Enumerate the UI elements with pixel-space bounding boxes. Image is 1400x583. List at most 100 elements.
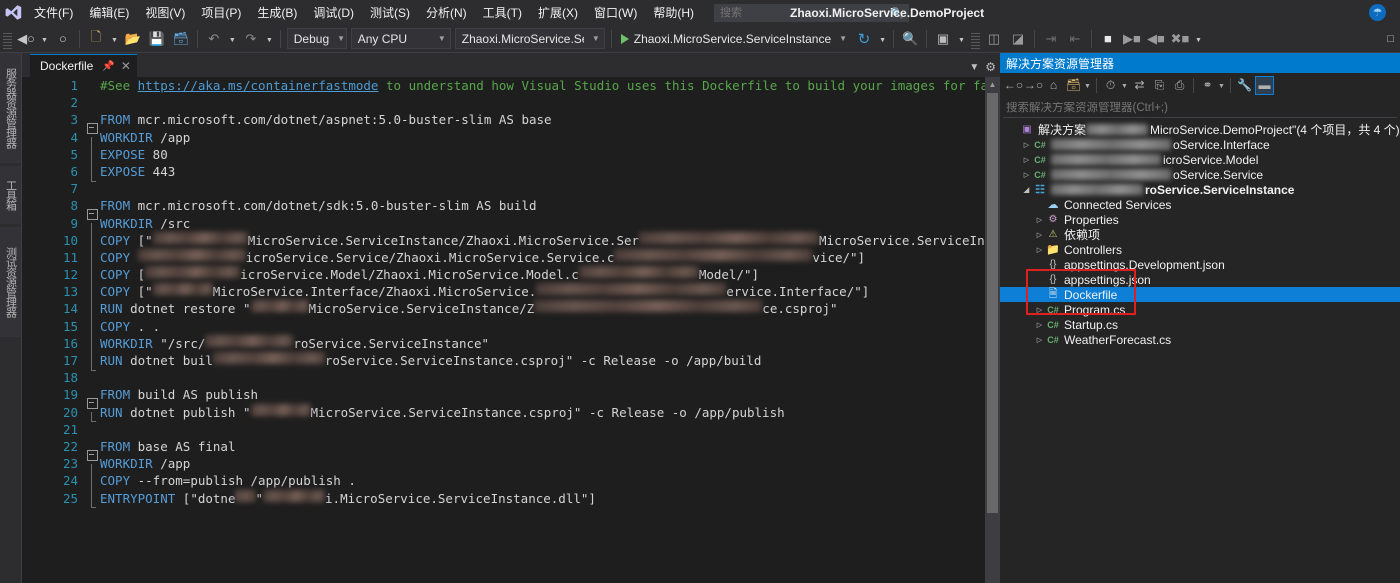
code-line[interactable]: 5 EXPOSE 80 (22, 146, 985, 172)
code-text[interactable]: COPY . . (100, 318, 985, 335)
properties-icon[interactable]: 🔧 (1235, 76, 1254, 95)
prev-bookmark-icon[interactable]: ◀■ (1145, 28, 1167, 50)
save-all-icon[interactable]: 🗃 (170, 28, 192, 50)
code-line[interactable]: 6 EXPOSE 443 (22, 163, 985, 182)
chevron-right-icon[interactable]: ▷ (1034, 231, 1045, 239)
code-line[interactable]: 19 FROM build AS publish (22, 386, 985, 409)
code-text[interactable]: FROM base AS final (100, 438, 985, 455)
forward-icon[interactable]: →○ (1024, 76, 1043, 95)
solution-tree[interactable]: ▣ 解决方案 MicroService.DemoProject"(4 个项目，共 … (1000, 120, 1400, 347)
chevron-right-icon[interactable]: ▷ (1034, 321, 1045, 329)
show-all-files-icon[interactable]: ⏱ (1101, 76, 1120, 95)
file-dockerfile[interactable]: 🗎 Dockerfile (1000, 287, 1400, 302)
toolbar-grip[interactable] (3, 28, 12, 49)
project-service[interactable]: ▷ C# oService.Service (1000, 167, 1400, 182)
open-file-icon[interactable]: 📂 (122, 28, 144, 50)
code-line[interactable]: 11 COPY icroService.Service/Zhaoxi.MicroS… (22, 248, 985, 275)
code-line[interactable]: 17 RUN dotnet buil roService.ServiceInsta… (22, 352, 985, 371)
new-project-icon[interactable]: 🗋 (85, 28, 107, 50)
editor-vertical-scrollbar[interactable]: ▲ (985, 77, 1000, 583)
code-text[interactable]: COPY --from=publish /app/publish . (100, 472, 985, 489)
connected-services[interactable]: ☁ Connected Services (1000, 197, 1400, 212)
code-hyperlink[interactable]: https://aka.ms/containerfastmode (138, 78, 379, 93)
comment-icon[interactable]: ◫ (983, 28, 1005, 50)
redo-dropdown-icon[interactable]: ▼ (263, 28, 276, 50)
menu-help[interactable]: 帮助(H) (645, 0, 702, 25)
file-startup-cs[interactable]: ▷ C# Startup.cs (1000, 317, 1400, 332)
indent-icon[interactable]: ⇥ (1040, 28, 1062, 50)
chevron-right-icon[interactable]: ▷ (1034, 216, 1045, 224)
code-text[interactable]: WORKDIR /src (100, 215, 985, 232)
code-line[interactable]: 2 (22, 94, 985, 111)
menu-edit[interactable]: 编辑(E) (81, 0, 137, 25)
code-text[interactable]: COPY [" MicroService.Interface/Zhaoxi.Mi… (100, 283, 985, 300)
menu-debug[interactable]: 调试(D) (305, 0, 362, 25)
uncomment-icon[interactable]: ◪ (1007, 28, 1029, 50)
code-text[interactable]: COPY icroService.Service/Zhaoxi.MicroSer… (100, 248, 985, 266)
code-text[interactable]: FROM build AS publish (100, 386, 985, 403)
menu-project[interactable]: 项目(P) (193, 0, 249, 25)
code-line[interactable]: 12 COPY [ icroService.Model/Zhaoxi.MicroS… (22, 266, 985, 292)
vtab-test-explorer[interactable]: 测试资源管理器 (0, 227, 21, 337)
close-icon[interactable]: ✕ (121, 59, 131, 73)
code-text[interactable]: COPY [" MicroService.ServiceInstance/Zha… (100, 231, 1000, 249)
menu-analyze[interactable]: 分析(N) (418, 0, 475, 25)
document-tab-dockerfile[interactable]: Dockerfile 📌 ✕ (30, 54, 137, 77)
pin-icon[interactable]: 📌 (102, 61, 114, 72)
code-line[interactable]: 7 (22, 180, 985, 197)
code-text[interactable]: EXPOSE 443 (100, 163, 985, 180)
restore-window-icon[interactable]: □ (1387, 33, 1400, 45)
code-text[interactable]: WORKDIR "/src/ roService.ServiceInstance… (100, 334, 985, 352)
code-text[interactable]: WORKDIR /app (100, 129, 985, 146)
code-text[interactable]: WORKDIR /app (100, 455, 985, 472)
platform-combo[interactable]: Any CPU ▼ (350, 28, 451, 49)
code-text[interactable]: RUN dotnet buil roService.ServiceInstanc… (100, 352, 985, 369)
code-line[interactable]: 21 (22, 421, 985, 438)
configuration-combo[interactable]: Debug ▼ (286, 28, 347, 49)
next-bookmark-icon[interactable]: ▶■ (1121, 28, 1143, 50)
project-serviceinstance[interactable]: ◢ ☷ roService.ServiceInstance (1000, 182, 1400, 197)
solution-explorer-search[interactable] (1003, 98, 1397, 118)
menu-view[interactable]: 视图(V) (137, 0, 193, 25)
navigate-back-icon[interactable]: ◀○ (15, 28, 37, 50)
navigate-back-dropdown-icon[interactable]: ▼ (38, 28, 51, 50)
code-line[interactable]: 9 WORKDIR /src (22, 215, 985, 241)
collapse-all-icon[interactable]: ⎙ (1170, 76, 1189, 95)
project-model[interactable]: ▷ C# icroService.Model (1000, 152, 1400, 167)
code-lines-container[interactable]: 1 #See https://aka.ms/containerfastmode t… (22, 77, 1000, 583)
chevron-right-icon[interactable]: ▷ (1034, 306, 1045, 314)
project-interface[interactable]: ▷ C# oService.Interface (1000, 137, 1400, 152)
code-text[interactable]: #See https://aka.ms/containerfastmode to… (100, 77, 1000, 94)
menu-tools[interactable]: 工具(T) (475, 0, 530, 25)
menu-build[interactable]: 生成(B) (249, 0, 305, 25)
hot-reload-dropdown-icon[interactable]: ▼ (876, 28, 889, 50)
account-avatar-icon[interactable]: ☂ (1369, 4, 1386, 21)
file-program-cs[interactable]: ▷ C# Program.cs (1000, 302, 1400, 317)
code-line[interactable]: 3 FROM mcr.microsoft.com/dotnet/aspnet:5.… (22, 111, 985, 134)
code-line[interactable]: 10 COPY [" MicroService.ServiceInstance/Z… (22, 231, 1000, 258)
code-editor-surface[interactable]: 1 #See https://aka.ms/containerfastmode t… (22, 77, 1000, 583)
preview-selected-items-icon[interactable]: ▬ (1255, 75, 1274, 95)
outdent-icon[interactable]: ⇤ (1064, 28, 1086, 50)
code-line[interactable]: 14 RUN dotnet restore " MicroService.Serv… (22, 300, 985, 327)
scrollbar-thumb[interactable] (987, 93, 998, 513)
scroll-up-icon[interactable]: ▲ (985, 77, 1000, 92)
solution-node[interactable]: ▣ 解决方案 MicroService.DemoProject"(4 个项目，共 … (1000, 122, 1400, 137)
code-line[interactable]: 16 WORKDIR "/src/ roService.ServiceInstan… (22, 334, 985, 361)
chevron-down-icon-tabs[interactable]: ▼ (969, 62, 979, 73)
controllers-folder[interactable]: ▷ 📁 Controllers (1000, 242, 1400, 257)
dependencies-node[interactable]: ▷ ⚠ 依赖项 (1000, 227, 1400, 242)
toolbar-grip-2[interactable] (970, 28, 980, 49)
code-line[interactable]: 8 FROM mcr.microsoft.com/dotnet/sdk:5.0-b… (22, 197, 985, 220)
properties-folder[interactable]: ▷ ⚙ Properties (1000, 212, 1400, 227)
gear-icon[interactable]: ⚙ (985, 60, 996, 74)
navigate-forward-icon[interactable]: ○ (52, 28, 74, 50)
save-icon[interactable]: 💾 (146, 28, 168, 50)
code-line[interactable]: 15 COPY . . (22, 318, 985, 344)
code-text[interactable]: RUN dotnet restore " MicroService.Servic… (100, 300, 985, 317)
bookmark-icon[interactable]: ■ (1097, 28, 1119, 50)
redo-icon[interactable]: ↷ (240, 28, 262, 50)
pending-changes-icon[interactable]: 🗃 (1064, 76, 1083, 95)
refresh-icon[interactable]: ⎘ (1150, 76, 1169, 95)
code-text[interactable]: COPY [ icroService.Model/Zhaoxi.MicroSer… (100, 266, 985, 283)
